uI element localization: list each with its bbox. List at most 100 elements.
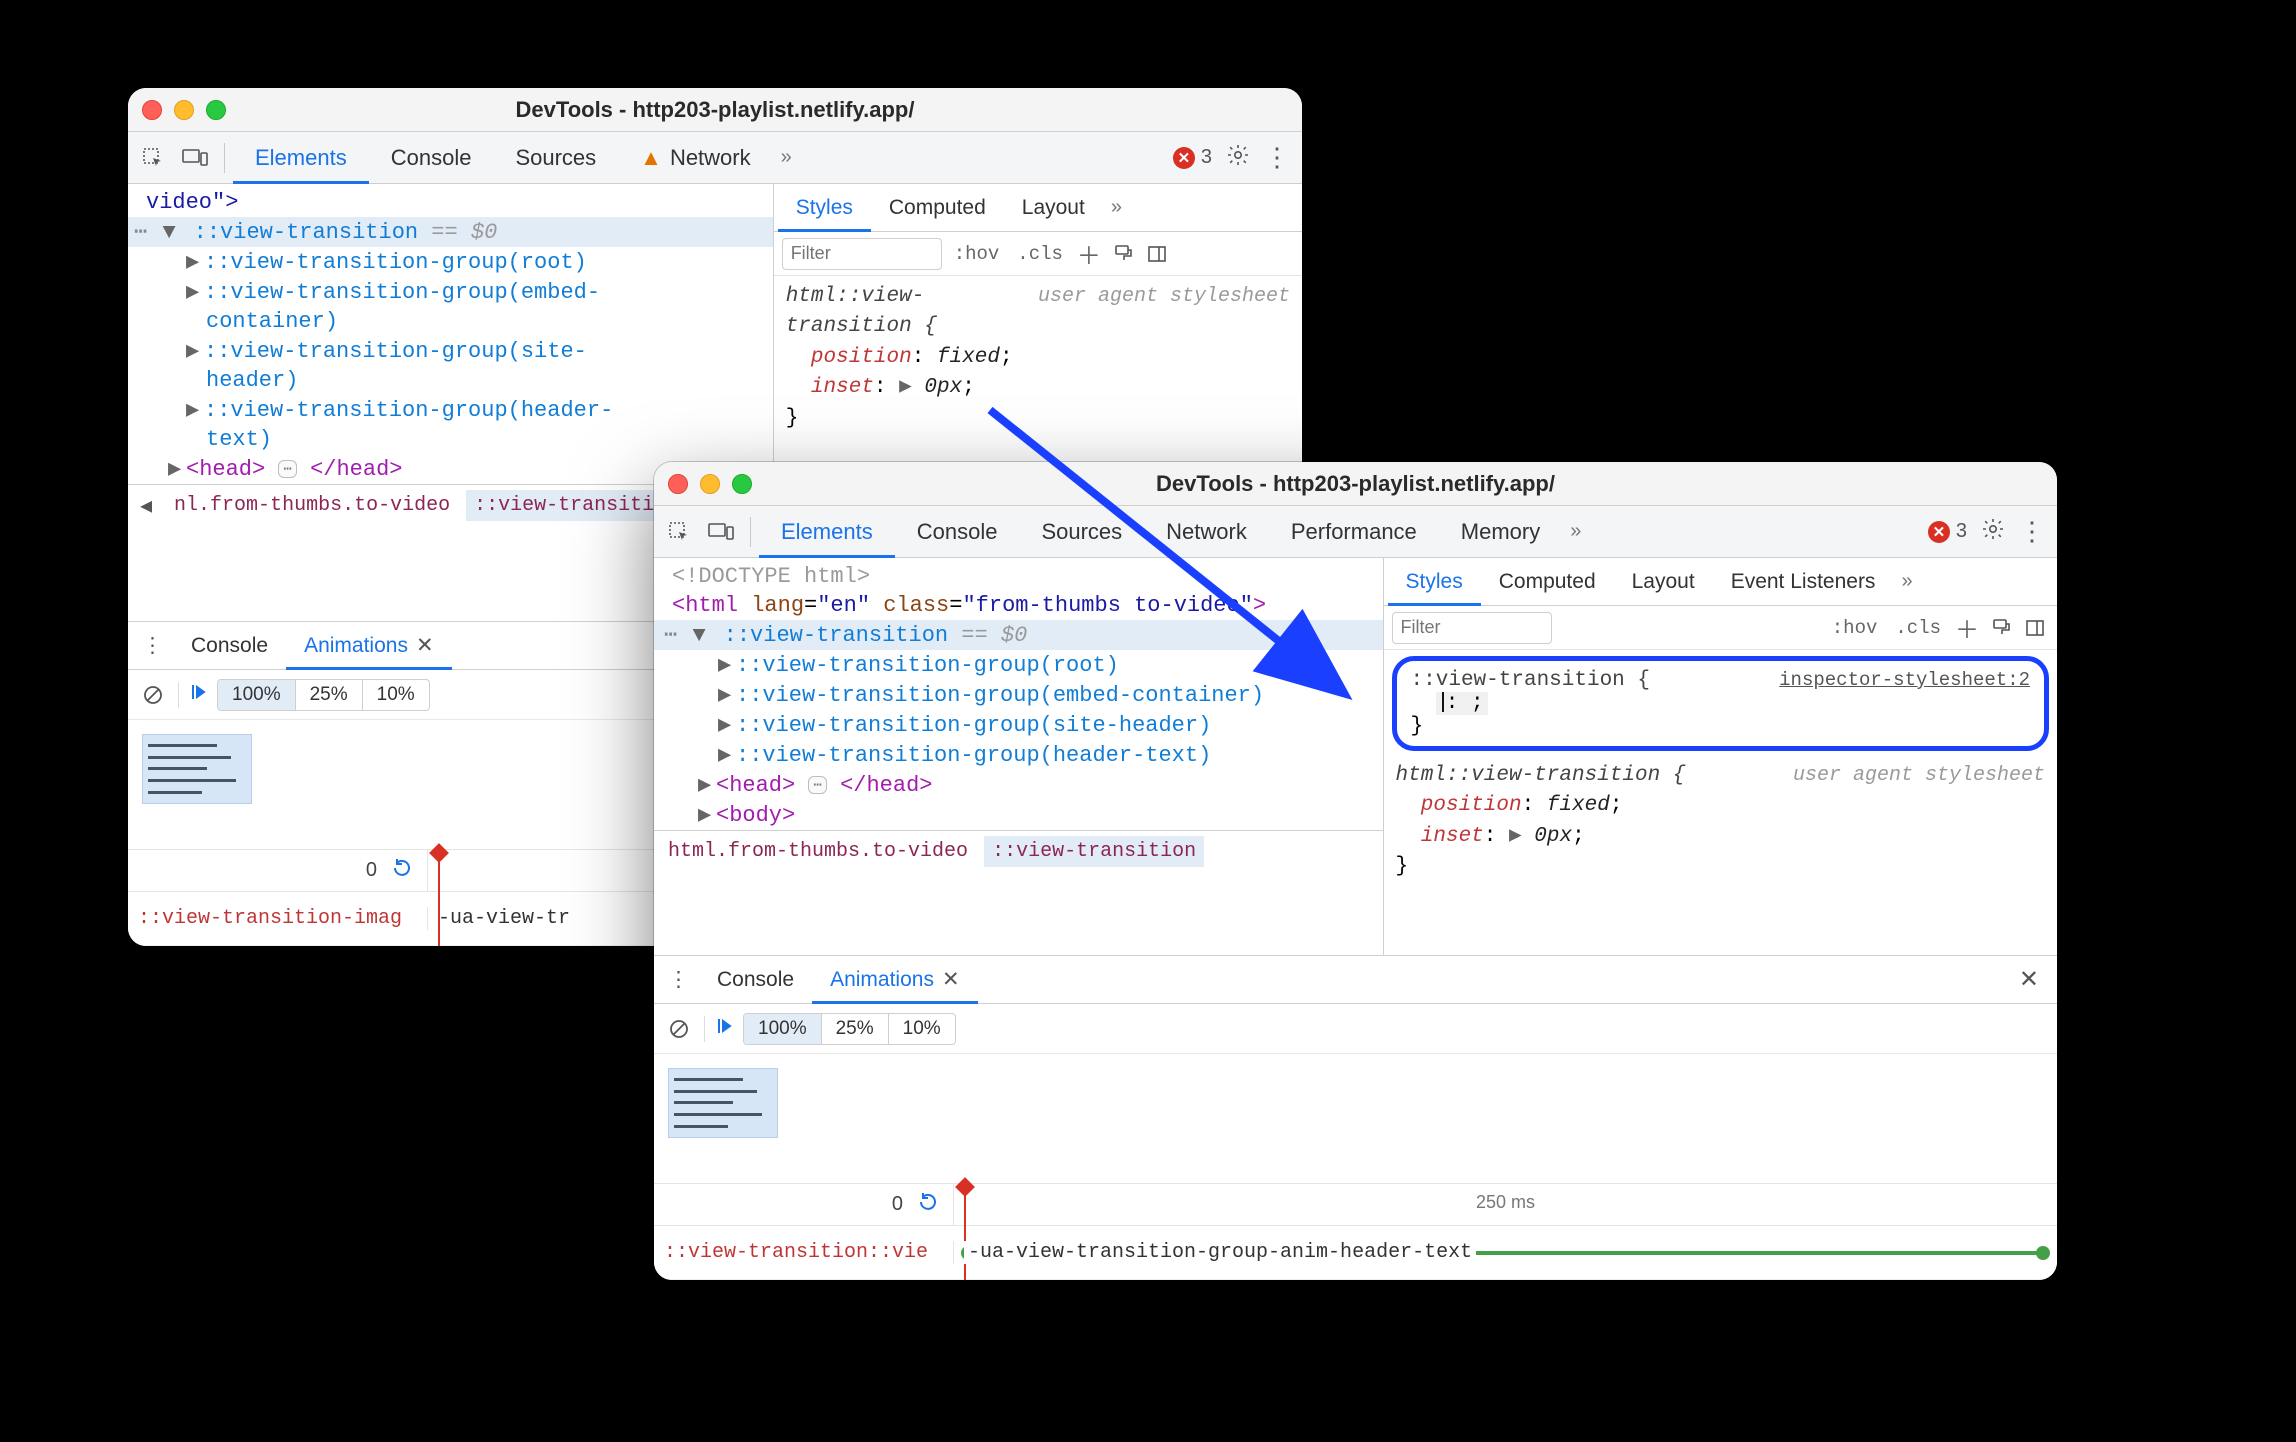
device-toggle-icon[interactable] bbox=[700, 511, 742, 553]
zoom-icon[interactable] bbox=[732, 474, 752, 494]
expand-icon[interactable]: ▶ bbox=[698, 802, 716, 828]
tab-network[interactable]: ▲Network bbox=[618, 132, 772, 184]
inspect-element-icon[interactable] bbox=[132, 137, 174, 179]
animation-thumb[interactable] bbox=[668, 1068, 778, 1138]
paint-icon[interactable] bbox=[1109, 240, 1137, 268]
error-counter[interactable]: ✕3 bbox=[1928, 520, 1967, 543]
crumb-view-transition[interactable]: ::view-transition bbox=[984, 836, 1204, 867]
hov-toggle[interactable]: :hov bbox=[948, 241, 1006, 267]
kebab-menu-icon[interactable]: ⋮ bbox=[658, 967, 699, 992]
dom-tree[interactable]: video"> ⋯ ▼ ::view-transition == $0 ▶::v… bbox=[128, 184, 773, 484]
tab-memory[interactable]: Memory bbox=[1439, 506, 1562, 558]
expand-icon[interactable]: ▶ bbox=[698, 772, 716, 798]
overflow-tabs-icon[interactable]: » bbox=[1562, 520, 1589, 543]
animation-thumb[interactable] bbox=[142, 734, 252, 804]
minimize-icon[interactable] bbox=[700, 474, 720, 494]
tab-network[interactable]: Network bbox=[1144, 506, 1269, 558]
close-icon[interactable] bbox=[142, 100, 162, 120]
css-rule[interactable]: user agent stylesheet html::view-transit… bbox=[774, 276, 1302, 440]
drawer-tab-animations[interactable]: Animations✕ bbox=[286, 622, 452, 670]
drawer-tab-console[interactable]: Console bbox=[699, 956, 812, 1004]
expand-icon[interactable]: ▶ bbox=[718, 682, 736, 708]
kebab-menu-icon[interactable]: ⋮ bbox=[2019, 528, 2045, 536]
cls-toggle[interactable]: .cls bbox=[1889, 615, 1947, 641]
overflow-tabs-icon[interactable]: » bbox=[1103, 196, 1130, 219]
kebab-menu-icon[interactable]: ⋮ bbox=[132, 633, 173, 658]
hov-toggle[interactable]: :hov bbox=[1826, 615, 1884, 641]
breadcrumb[interactable]: html.from-thumbs.to-video ::view-transit… bbox=[654, 830, 1383, 872]
toggle-sidebar-icon[interactable] bbox=[1143, 240, 1171, 268]
styles-filter-input[interactable] bbox=[1392, 612, 1552, 644]
play-icon[interactable] bbox=[715, 1017, 733, 1041]
minimize-icon[interactable] bbox=[174, 100, 194, 120]
collapse-icon[interactable]: ▼ bbox=[692, 623, 710, 648]
tab-elements[interactable]: Elements bbox=[233, 132, 369, 184]
styles-filter-input[interactable] bbox=[782, 238, 942, 270]
close-icon[interactable]: ✕ bbox=[942, 967, 960, 992]
expand-icon[interactable]: ▶ bbox=[718, 712, 736, 738]
toggle-sidebar-icon[interactable] bbox=[2021, 614, 2049, 642]
expand-icon[interactable]: ▶ bbox=[186, 249, 204, 275]
zoom-icon[interactable] bbox=[206, 100, 226, 120]
stab-layout[interactable]: Layout bbox=[1004, 184, 1103, 232]
tab-performance[interactable]: Performance bbox=[1269, 506, 1439, 558]
crumb-html[interactable]: html.from-thumbs.to-video bbox=[660, 836, 976, 867]
cls-toggle[interactable]: .cls bbox=[1011, 241, 1069, 267]
close-icon[interactable] bbox=[668, 474, 688, 494]
ellipsis-icon[interactable]: ⋯ bbox=[278, 460, 296, 478]
tab-sources[interactable]: Sources bbox=[1019, 506, 1144, 558]
settings-icon[interactable] bbox=[1981, 517, 2005, 547]
selected-node[interactable]: ::view-transition bbox=[194, 220, 418, 245]
stylesheet-source-link[interactable]: inspector-stylesheet:2 bbox=[1779, 669, 2030, 691]
speed-10[interactable]: 10% bbox=[889, 1014, 955, 1044]
close-drawer-icon[interactable]: ✕ bbox=[2005, 965, 2053, 994]
close-icon[interactable]: ✕ bbox=[416, 633, 434, 658]
tab-elements[interactable]: Elements bbox=[759, 506, 895, 558]
stab-computed[interactable]: Computed bbox=[871, 184, 1004, 232]
stab-styles[interactable]: Styles bbox=[1388, 558, 1481, 606]
settings-icon[interactable] bbox=[1226, 143, 1250, 173]
timeline-ruler[interactable]: 0 250 ms bbox=[654, 1184, 2057, 1226]
breadcrumb-back-icon[interactable]: ◀ bbox=[134, 493, 158, 519]
clear-icon[interactable] bbox=[664, 1018, 694, 1040]
expand-icon[interactable]: ▶ bbox=[186, 397, 204, 423]
kebab-menu-icon[interactable]: ⋮ bbox=[1264, 154, 1290, 162]
new-style-rule-icon[interactable]: ＋ bbox=[1953, 614, 1981, 642]
error-counter[interactable]: ✕3 bbox=[1173, 146, 1212, 169]
expand-icon[interactable]: ▶ bbox=[1509, 825, 1522, 848]
clear-icon[interactable] bbox=[138, 684, 168, 706]
crumb-html[interactable]: nl.from-thumbs.to-video bbox=[166, 490, 458, 521]
dom-tree[interactable]: <!DOCTYPE html> <html lang="en" class="f… bbox=[654, 558, 1383, 830]
speed-25[interactable]: 25% bbox=[822, 1014, 889, 1044]
tab-console[interactable]: Console bbox=[369, 132, 494, 184]
drawer-tab-animations[interactable]: Animations✕ bbox=[812, 956, 978, 1004]
css-edit-field[interactable]: : ; bbox=[1436, 692, 1488, 715]
stab-styles[interactable]: Styles bbox=[778, 184, 871, 232]
replay-icon[interactable] bbox=[917, 1191, 939, 1219]
replay-icon[interactable] bbox=[391, 857, 413, 885]
device-toggle-icon[interactable] bbox=[174, 137, 216, 179]
paint-icon[interactable] bbox=[1987, 614, 2015, 642]
inspect-element-icon[interactable] bbox=[658, 511, 700, 553]
play-icon[interactable] bbox=[189, 683, 207, 707]
speed-10[interactable]: 10% bbox=[363, 680, 429, 710]
expand-icon[interactable]: ▶ bbox=[168, 456, 186, 482]
selected-node[interactable]: ::view-transition bbox=[724, 623, 948, 648]
drawer-tab-console[interactable]: Console bbox=[173, 622, 286, 670]
speed-25[interactable]: 25% bbox=[296, 680, 363, 710]
speed-100[interactable]: 100% bbox=[744, 1014, 822, 1044]
collapse-icon[interactable]: ▼ bbox=[162, 220, 180, 245]
css-rule[interactable]: user agent stylesheet html::view-transit… bbox=[1384, 761, 2057, 889]
expand-icon[interactable]: ▶ bbox=[718, 652, 736, 678]
expand-icon[interactable]: ▶ bbox=[186, 279, 204, 305]
animation-row[interactable]: ::view-transition::vie -ua-view-transiti… bbox=[654, 1226, 2057, 1280]
stab-event-listeners[interactable]: Event Listeners bbox=[1713, 558, 1894, 606]
expand-icon[interactable]: ▶ bbox=[899, 376, 912, 399]
highlighted-css-rule[interactable]: inspector-stylesheet:2 ::view-transition… bbox=[1392, 656, 2049, 751]
stab-computed[interactable]: Computed bbox=[1481, 558, 1614, 606]
ellipsis-icon[interactable]: ⋯ bbox=[808, 776, 826, 794]
new-style-rule-icon[interactable]: ＋ bbox=[1075, 240, 1103, 268]
overflow-tabs-icon[interactable]: » bbox=[1893, 570, 1920, 593]
tab-console[interactable]: Console bbox=[895, 506, 1020, 558]
stab-layout[interactable]: Layout bbox=[1614, 558, 1713, 606]
